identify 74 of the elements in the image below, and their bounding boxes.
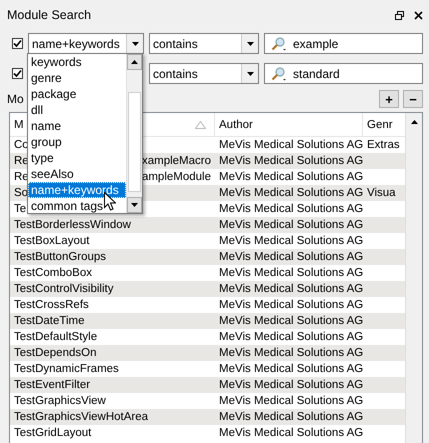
- dropdown-option[interactable]: name+keywords: [28, 182, 126, 198]
- table-cell-text: ampleModule: [142, 170, 211, 185]
- add-button[interactable]: +: [379, 90, 399, 108]
- close-icon[interactable]: [414, 10, 423, 20]
- table-cell: MeVis Medical Solutions AG: [219, 139, 364, 151]
- table-cell: MeVis Medical Solutions AG: [219, 219, 364, 231]
- scrollbar[interactable]: [126, 54, 142, 213]
- scrollbar[interactable]: [405, 113, 422, 443]
- table-cell: MeVis Medical Solutions AG: [219, 347, 364, 359]
- table-cell-text: TestGridLayout: [14, 426, 92, 441]
- table-cell: MeVis Medical Solutions AG: [219, 267, 364, 279]
- table-cell-text: xampleMacro: [142, 154, 211, 169]
- table-cell-text: TestControlVisibility: [14, 282, 114, 297]
- dropdown-option[interactable]: dll: [28, 102, 126, 118]
- dropdown-option[interactable]: genre: [28, 70, 126, 86]
- caret-icon: [246, 72, 254, 76]
- table-cell: MeVis Medical Solutions AG: [219, 315, 364, 327]
- table-cell: MeVis Medical Solutions AG: [219, 363, 364, 375]
- caret-icon: [246, 42, 254, 46]
- checkbox[interactable]: [12, 38, 23, 49]
- sort-icon: [195, 120, 206, 128]
- undock-icon[interactable]: [395, 10, 404, 20]
- table-cell: MeVis Medical Solutions AG: [219, 379, 364, 391]
- remove-button[interactable]: −: [403, 90, 423, 108]
- table-cell: Extras: [367, 139, 400, 151]
- dropdown-option[interactable]: type: [28, 150, 126, 166]
- table-cell: MeVis Medical Solutions AG: [219, 411, 364, 423]
- search-field[interactable]: standard: [264, 63, 423, 84]
- column-header[interactable]: Author: [215, 113, 363, 136]
- dropdown-option[interactable]: name: [28, 118, 126, 134]
- table-cell-text: TestComboBox: [14, 266, 92, 281]
- table-cell: Visua: [367, 187, 396, 199]
- table-cell-text: So: [14, 186, 28, 201]
- dropdown-option[interactable]: seeAlso: [28, 166, 126, 182]
- dropdown-option[interactable]: common tags: [28, 198, 126, 214]
- operator-dropdown[interactable]: contains: [149, 63, 259, 84]
- caret-icon: [410, 120, 418, 124]
- table-cell-text: TestCrossRefs: [14, 298, 89, 313]
- table-cell: MeVis Medical Solutions AG: [219, 299, 364, 311]
- table-cell-text: TestEventFilter: [14, 378, 90, 393]
- table-cell: MeVis Medical Solutions AG: [219, 155, 364, 167]
- table-cell-text: TestGraphicsView: [14, 394, 106, 409]
- table-cell-text: TestBoxLayout: [14, 234, 90, 249]
- table-cell: MeVis Medical Solutions AG: [219, 187, 364, 199]
- table-cell-text: TestButtonGroups: [14, 250, 106, 265]
- table-cell: MeVis Medical Solutions AG: [219, 171, 364, 183]
- checkbox[interactable]: [12, 68, 23, 79]
- search-icon: [271, 66, 287, 80]
- dropdown-option[interactable]: keywords: [28, 54, 126, 70]
- dropdown-option[interactable]: group: [28, 134, 126, 150]
- dropdown-option[interactable]: package: [28, 86, 126, 102]
- table-cell-text: Te: [14, 202, 26, 217]
- field-dropdown[interactable]: name+keywords: [28, 33, 144, 54]
- table-cell: MeVis Medical Solutions AG: [219, 427, 364, 439]
- table-cell-text: TestBorderlessWindow: [14, 218, 131, 233]
- table-cell: MeVis Medical Solutions AG: [219, 331, 364, 343]
- operator-dropdown[interactable]: contains: [149, 33, 259, 54]
- table-cell-text: TestDynamicFrames: [14, 362, 119, 377]
- table-cell: MeVis Medical Solutions AG: [219, 395, 364, 407]
- panel-title: Module Search: [7, 8, 92, 22]
- table-cell: MeVis Medical Solutions AG: [219, 251, 364, 263]
- caret-icon: [131, 60, 138, 64]
- table-cell-text: TestDefaultStyle: [14, 330, 98, 345]
- table-cell-text: TestDependsOn: [14, 346, 96, 361]
- table-cell: MeVis Medical Solutions AG: [219, 203, 364, 215]
- caret-icon: [131, 203, 138, 207]
- table-cell-text: TestDateTime: [14, 314, 85, 329]
- table-cell: MeVis Medical Solutions AG: [219, 235, 364, 247]
- search-icon: [271, 36, 287, 50]
- modules-label: Mo: [7, 92, 24, 106]
- table-cell: MeVis Medical Solutions AG: [219, 283, 364, 295]
- table-cell-text: TestGraphicsViewHotArea: [14, 410, 148, 425]
- search-field[interactable]: example: [264, 33, 423, 54]
- caret-icon: [132, 42, 138, 46]
